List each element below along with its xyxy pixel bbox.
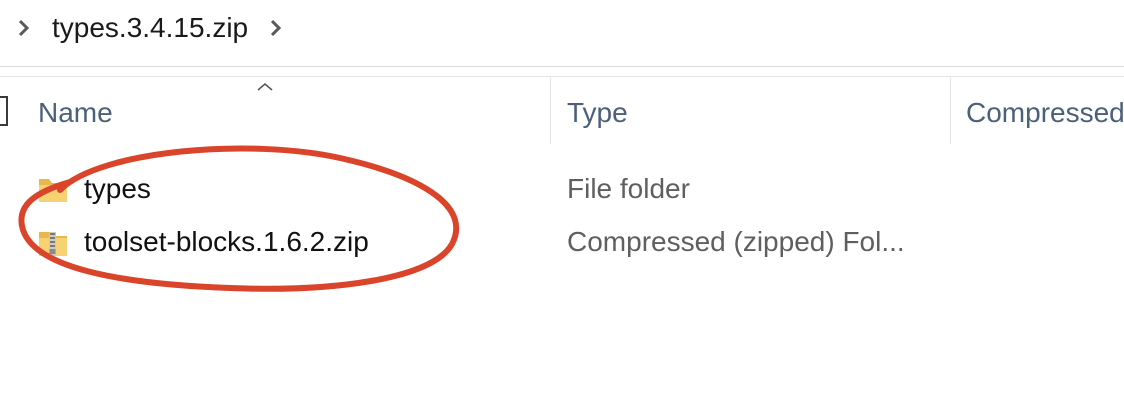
file-name: toolset-blocks.1.6.2.zip	[84, 226, 369, 257]
column-header-type[interactable]: Type	[567, 96, 628, 130]
folder-icon	[39, 179, 67, 202]
list-item[interactable]: toolset-blocks.1.6.2.zip Compressed (zip…	[0, 219, 1124, 269]
column-separator[interactable]	[950, 78, 951, 144]
breadcrumb: types.3.4.15.zip	[0, 0, 1124, 64]
file-type: Compressed (zipped) Fol...	[567, 226, 905, 257]
list-item[interactable]: types File folder	[0, 166, 1124, 216]
file-name: types	[84, 173, 151, 204]
chevron-right-icon[interactable]	[268, 18, 284, 38]
zip-folder-icon	[39, 232, 67, 256]
chevron-right-icon[interactable]	[16, 18, 32, 38]
divider	[0, 66, 1124, 67]
column-header-compressed[interactable]: Compressed	[966, 96, 1124, 130]
file-explorer-window: types.3.4.15.zip Name Type Compressed ty…	[0, 0, 1124, 412]
sort-ascending-icon	[257, 82, 273, 91]
column-header-name[interactable]: Name	[38, 96, 113, 130]
divider	[0, 76, 1124, 77]
file-type: File folder	[567, 173, 690, 204]
breadcrumb-item-current[interactable]: types.3.4.15.zip	[52, 11, 248, 45]
column-separator[interactable]	[550, 78, 551, 144]
select-all-checkbox[interactable]	[0, 96, 8, 126]
